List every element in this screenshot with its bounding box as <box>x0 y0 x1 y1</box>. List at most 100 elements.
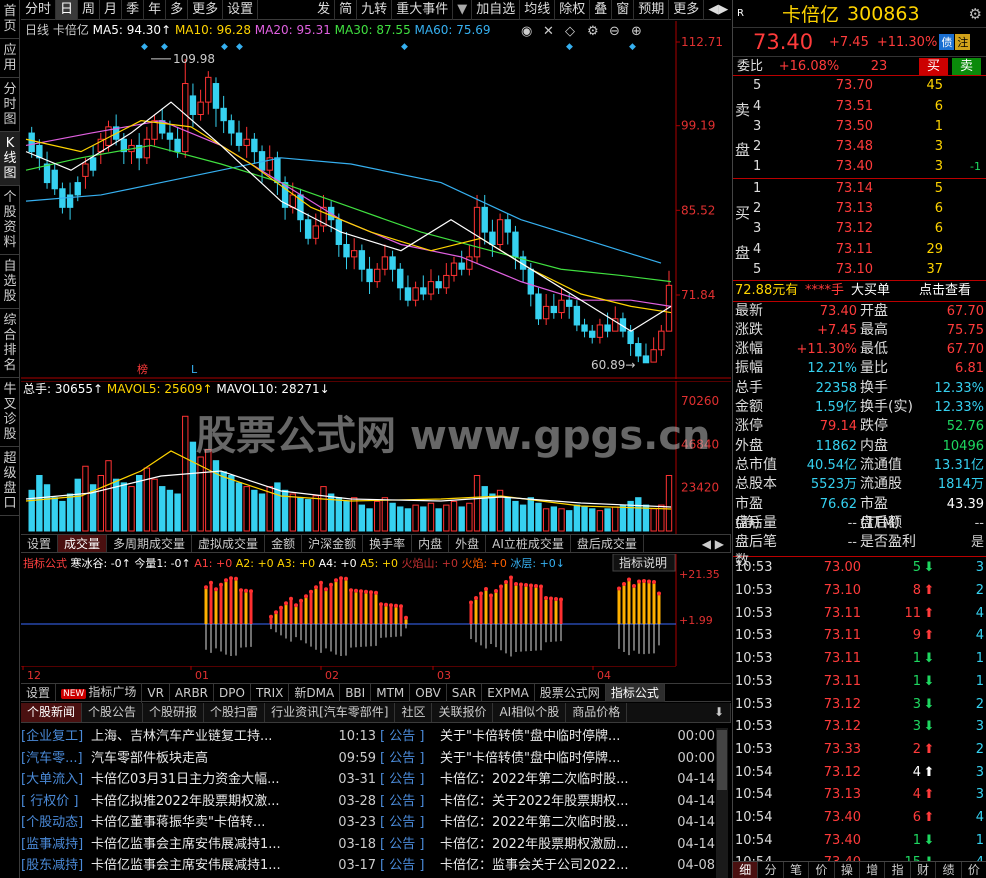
event-marker-icon[interactable]: ◆ <box>141 42 148 52</box>
left-tab[interactable]: K 线 图 <box>0 132 20 186</box>
book-level[interactable]: 3 73.12 6 <box>733 219 986 239</box>
toolbar-button[interactable]: 除权 <box>555 0 591 20</box>
news-item[interactable]: [ 公告 ] 卡倍亿：监事会关于公司2022... 04-08 <box>380 855 715 877</box>
indicator-tab[interactable]: TRIX <box>251 683 290 702</box>
settings-gear-icon[interactable]: ⚙ <box>969 5 982 23</box>
detail-tab[interactable]: 财 <box>911 862 937 878</box>
news-title[interactable]: 卡倍亿：关于2022年股票期权... <box>440 791 663 813</box>
toolbar-button[interactable]: 多 <box>166 0 189 20</box>
toolbar-button[interactable]: 均线 <box>520 0 556 20</box>
indicator-tab[interactable]: OBV <box>410 683 447 702</box>
toolbar-button[interactable]: 加自选 <box>472 0 521 20</box>
volume-tab[interactable]: AI立桩成交量 <box>486 535 571 552</box>
event-marker-icon[interactable]: ◆ <box>401 42 408 52</box>
note-badge[interactable]: 注 <box>955 34 971 50</box>
news-item[interactable]: [ 公告 ] 关于"卡倍转债"盘中临时停牌... 00:00 <box>380 748 715 770</box>
sell-button[interactable]: 卖 <box>952 57 982 75</box>
left-tab[interactable]: 应 用 <box>0 39 20 78</box>
indicator-tab[interactable]: MTM <box>371 683 411 702</box>
indicator-tab[interactable]: 设置 <box>21 683 57 702</box>
indicator-tab[interactable]: 新DMA <box>289 683 341 702</box>
news-tab[interactable]: 商品价格 <box>566 703 628 722</box>
news-tab[interactable]: 个股扫雷 <box>204 703 266 722</box>
chart-control-icon[interactable]: ⊕ <box>631 24 642 39</box>
chart-control-icon[interactable]: ✕ <box>543 24 554 39</box>
toolbar-button[interactable]: 季 <box>122 0 145 20</box>
news-item[interactable]: [ 公告 ] 卡倍亿：2022年第二次临时股... 04-14 <box>380 769 715 791</box>
news-tab[interactable]: 个股新闻 <box>21 703 83 722</box>
news-title[interactable]: 卡倍亿：2022年第二次临时股... <box>440 769 663 791</box>
chart-control-icon[interactable]: ⚙ <box>587 24 599 39</box>
toolbar-button[interactable]: 预期 <box>634 0 670 20</box>
news-item[interactable]: [ 公告 ] 卡倍亿：2022年股票期权激励... 04-14 <box>380 834 715 856</box>
toolbar-button[interactable]: 九转 <box>357 0 393 20</box>
left-tab[interactable]: 个 股 资 料 <box>0 186 20 255</box>
toolbar-button[interactable]: 周 <box>78 0 101 20</box>
book-level[interactable]: 1 73.14 5 <box>733 179 986 199</box>
indicator-chart[interactable]: 指标公式 寒冰谷: -0↑ 今量1: -0↑ A1: +0 A2: +0 A3:… <box>21 554 731 666</box>
list-marker[interactable]: 榜 <box>137 362 148 376</box>
news-title[interactable]: 上海、吉林汽车产业链复工持... <box>91 726 330 748</box>
book-level[interactable]: 4 73.11 29 <box>733 240 986 260</box>
kline-chart[interactable]: 112.71 99.19 85.52 71.84 日线 卡倍亿 MA5: 94.30↑ … <box>21 21 731 379</box>
news-item[interactable]: [企业复工] 上海、吉林汽车产业链复工持... 10:13 <box>21 726 376 748</box>
news-item[interactable]: [个股动态] 卡倍亿董事蒋振华卖"卡倍转... 03-23 <box>21 812 376 834</box>
event-marker-icon[interactable]: ◆ <box>236 42 243 52</box>
news-item[interactable]: [ 行权价 ] 卡倍亿拟推2022年股票期权激... 03-28 <box>21 791 376 813</box>
indicator-tab[interactable]: 指标公式 <box>605 683 665 702</box>
news-tab[interactable]: AI相似个股 <box>493 703 567 722</box>
detail-tab[interactable]: 分 <box>758 862 784 878</box>
detail-tab[interactable]: 价 <box>962 862 986 878</box>
news-item[interactable]: [股东减持] 卡倍亿监事会主席安伟展减持1... 03-17 <box>21 855 376 877</box>
toolbar-button[interactable]: 重大事件 <box>392 0 454 20</box>
indicator-tab[interactable]: 股票公式网 <box>535 683 606 702</box>
book-level[interactable]: 3 73.50 1 <box>733 117 986 137</box>
toolbar-button[interactable]: 叠 <box>590 0 613 20</box>
indicator-tab[interactable]: VR <box>142 683 170 702</box>
toolbar-button[interactable]: 更多 <box>188 0 224 20</box>
chart-control-icon[interactable]: ◇ <box>565 24 575 39</box>
left-tab[interactable]: 超 级 盘 口 <box>0 447 20 516</box>
volume-tab[interactable]: 成交量 <box>58 535 108 552</box>
toolbar-button[interactable]: 设置 <box>223 0 259 20</box>
detail-tab[interactable]: 指 <box>885 862 911 878</box>
toolbar-button[interactable]: 简 <box>335 0 358 20</box>
volume-tab[interactable]: 换手率 <box>363 535 413 552</box>
toolbar-button[interactable]: 发 <box>313 0 336 20</box>
toolbar-button[interactable]: 更多 <box>669 0 705 20</box>
volume-tab[interactable]: 设置 <box>21 535 59 552</box>
news-title[interactable]: 关于"卡倍转债"盘中临时停牌... <box>440 726 663 748</box>
left-tab[interactable]: 自 选 股 <box>0 255 20 309</box>
l-marker[interactable]: L <box>191 363 198 376</box>
event-marker-icon[interactable]: ◆ <box>566 42 573 52</box>
left-tab[interactable]: 分 时 图 <box>0 78 20 132</box>
news-item[interactable]: [汽车零...] 汽车零部件板块走高 09:59 <box>21 748 376 770</box>
nav-arrows-icon[interactable]: ◀▶ <box>704 0 734 20</box>
indicator-tab[interactable]: EXPMA <box>482 683 535 702</box>
event-marker-icon[interactable]: ◆ <box>221 42 228 52</box>
news-item[interactable]: [ 公告 ] 卡倍亿：2022年第二次临时股... 04-14 <box>380 812 715 834</box>
news-tab[interactable]: 社区 <box>395 703 433 722</box>
event-marker-icon[interactable]: ◆ <box>161 42 168 52</box>
news-title[interactable]: 卡倍亿03月31日主力资金大幅... <box>91 769 330 791</box>
news-title[interactable]: 卡倍亿拟推2022年股票期权激... <box>91 791 330 813</box>
volume-tab[interactable]: 金额 <box>265 535 303 552</box>
news-tab[interactable]: 个股公告 <box>82 703 144 722</box>
indicator-tab[interactable]: ARBR <box>170 683 215 702</box>
detail-tab[interactable]: 价 <box>809 862 835 878</box>
bond-badge[interactable]: 债 <box>939 34 955 50</box>
news-item[interactable]: [ 公告 ] 关于"卡倍转债"盘中临时停牌... 00:00 <box>380 726 715 748</box>
indicator-tab[interactable]: NEW 指标广场 <box>56 682 143 703</box>
toolbar-button[interactable]: 日 <box>56 0 79 20</box>
chart-control-icon[interactable]: ◉ <box>521 24 532 39</box>
left-tab[interactable]: 综 合 排 名 <box>0 309 20 378</box>
news-item[interactable]: [监事减持] 卡倍亿监事会主席安伟展减持1... 03-18 <box>21 834 376 856</box>
dropdown-icon[interactable]: ▼ <box>453 0 473 20</box>
news-tab[interactable]: 行业资讯[汽车零部件] <box>265 703 396 722</box>
toolbar-button[interactable]: 分时 <box>21 0 57 20</box>
news-title[interactable]: 卡倍亿监事会主席安伟展减持1... <box>91 834 330 856</box>
left-tab[interactable]: 牛 叉 诊 股 <box>0 378 20 447</box>
volume-tab[interactable]: 多周期成交量 <box>107 535 193 552</box>
buy-button[interactable]: 买 <box>919 57 949 75</box>
indicator-tab[interactable]: BBI <box>340 683 372 702</box>
